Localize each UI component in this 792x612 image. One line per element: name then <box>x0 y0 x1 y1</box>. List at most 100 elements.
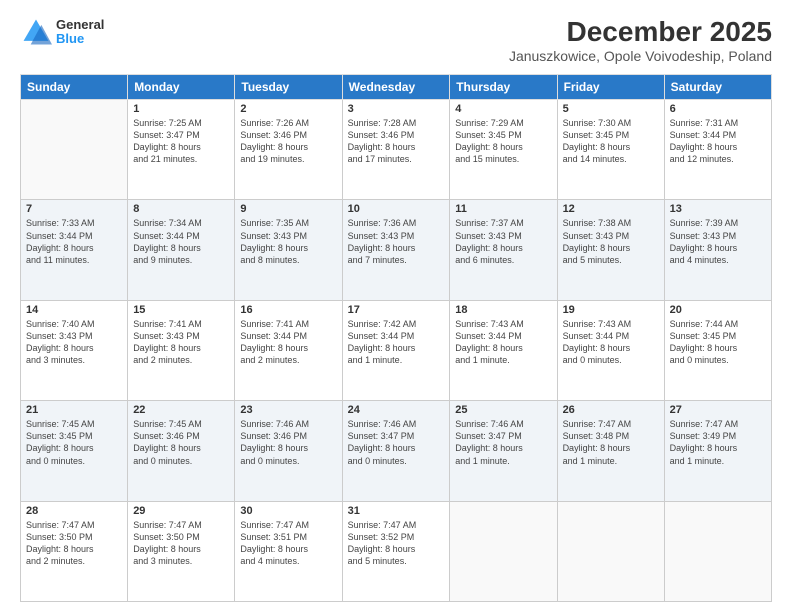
day-number: 10 <box>348 203 445 215</box>
calendar-cell: 4Sunrise: 7:29 AM Sunset: 3:45 PM Daylig… <box>450 100 557 200</box>
calendar-cell <box>21 100 128 200</box>
day-number: 9 <box>240 203 336 215</box>
day-number: 5 <box>563 103 659 115</box>
calendar-cell: 19 Sunrise: 7:43 AM Sunset: 3:44 PM Dayli… <box>557 300 664 400</box>
day-info: Sunrise: 7:36 AM Sunset: 3:43 PM Dayligh… <box>348 217 445 266</box>
day-number: 1 <box>133 103 229 115</box>
day-info: Sunrise: 7:44 AM Sunset: 3:45 PM Dayligh… <box>670 318 766 367</box>
day-info: Sunrise: 7:37 AM Sunset: 3:43 PM Dayligh… <box>455 217 551 266</box>
day-number: 14 <box>26 304 122 316</box>
day-info: Sunrise: 7:47 AM Sunset: 3:49 PM Dayligh… <box>670 418 766 467</box>
day-number: 12 <box>563 203 659 215</box>
calendar-cell: 16 Sunrise: 7:41 AM Sunset: 3:44 PM Dayli… <box>235 300 342 400</box>
day-number: 30 <box>240 505 336 517</box>
calendar-cell: 21 Sunrise: 7:45 AM Sunset: 3:45 PM Dayli… <box>21 401 128 501</box>
calendar-cell: 13 Sunrise: 7:39 AM Sunset: 3:43 PM Dayli… <box>664 200 771 300</box>
day-header-monday: Monday <box>128 75 235 100</box>
page-subtitle: Januszkowice, Opole Voivodeship, Poland <box>509 48 772 64</box>
day-number: 22 <box>133 404 229 416</box>
day-info: Sunrise: 7:39 AM Sunset: 3:43 PM Dayligh… <box>670 217 766 266</box>
day-info: Sunrise: 7:26 AM Sunset: 3:46 PM Dayligh… <box>240 117 336 166</box>
calendar-cell: 17 Sunrise: 7:42 AM Sunset: 3:44 PM Dayli… <box>342 300 450 400</box>
logo-blue: Blue <box>56 32 104 46</box>
calendar-cell: 8 Sunrise: 7:34 AM Sunset: 3:44 PM Daylig… <box>128 200 235 300</box>
calendar-cell: 7 Sunrise: 7:33 AM Sunset: 3:44 PM Daylig… <box>21 200 128 300</box>
day-info: Sunrise: 7:46 AM Sunset: 3:46 PM Dayligh… <box>240 418 336 467</box>
calendar-header-row: SundayMondayTuesdayWednesdayThursdayFrid… <box>21 75 772 100</box>
calendar-cell: 18Sunrise: 7:43 AM Sunset: 3:44 PM Dayli… <box>450 300 557 400</box>
calendar-cell: 15Sunrise: 7:41 AM Sunset: 3:43 PM Dayli… <box>128 300 235 400</box>
calendar-week-row: 1 Sunrise: 7:25 AM Sunset: 3:47 PM Daylig… <box>21 100 772 200</box>
day-number: 17 <box>348 304 445 316</box>
calendar-week-row: 28 Sunrise: 7:47 AM Sunset: 3:50 PM Dayli… <box>21 501 772 601</box>
day-info: Sunrise: 7:40 AM Sunset: 3:43 PM Dayligh… <box>26 318 122 367</box>
title-block: December 2025 Januszkowice, Opole Voivod… <box>509 16 772 64</box>
day-info: Sunrise: 7:47 AM Sunset: 3:48 PM Dayligh… <box>563 418 659 467</box>
day-info: Sunrise: 7:41 AM Sunset: 3:44 PM Dayligh… <box>240 318 336 367</box>
day-header-saturday: Saturday <box>664 75 771 100</box>
day-number: 13 <box>670 203 766 215</box>
day-info: Sunrise: 7:46 AM Sunset: 3:47 PM Dayligh… <box>455 418 551 467</box>
page-title: December 2025 <box>509 16 772 48</box>
calendar-cell: 22Sunrise: 7:45 AM Sunset: 3:46 PM Dayli… <box>128 401 235 501</box>
calendar-cell <box>557 501 664 601</box>
day-number: 7 <box>26 203 122 215</box>
calendar-cell: 10 Sunrise: 7:36 AM Sunset: 3:43 PM Dayli… <box>342 200 450 300</box>
calendar-cell <box>450 501 557 601</box>
day-number: 28 <box>26 505 122 517</box>
day-info: Sunrise: 7:38 AM Sunset: 3:43 PM Dayligh… <box>563 217 659 266</box>
day-number: 25 <box>455 404 551 416</box>
day-number: 11 <box>455 203 551 215</box>
day-info: Sunrise: 7:47 AM Sunset: 3:50 PM Dayligh… <box>133 519 229 568</box>
day-number: 3 <box>348 103 445 115</box>
calendar-cell: 12 Sunrise: 7:38 AM Sunset: 3:43 PM Dayli… <box>557 200 664 300</box>
day-number: 21 <box>26 404 122 416</box>
day-number: 20 <box>670 304 766 316</box>
day-info: Sunrise: 7:28 AM Sunset: 3:46 PM Dayligh… <box>348 117 445 166</box>
day-info: Sunrise: 7:43 AM Sunset: 3:44 PM Dayligh… <box>563 318 659 367</box>
day-header-sunday: Sunday <box>21 75 128 100</box>
day-number: 2 <box>240 103 336 115</box>
day-number: 23 <box>240 404 336 416</box>
calendar-cell: 9 Sunrise: 7:35 AM Sunset: 3:43 PM Daylig… <box>235 200 342 300</box>
calendar-cell: 30 Sunrise: 7:47 AM Sunset: 3:51 PM Dayli… <box>235 501 342 601</box>
day-info: Sunrise: 7:35 AM Sunset: 3:43 PM Dayligh… <box>240 217 336 266</box>
day-number: 27 <box>670 404 766 416</box>
calendar-cell: 28 Sunrise: 7:47 AM Sunset: 3:50 PM Dayli… <box>21 501 128 601</box>
day-number: 6 <box>670 103 766 115</box>
calendar-cell: 5Sunrise: 7:30 AM Sunset: 3:45 PM Daylig… <box>557 100 664 200</box>
calendar-cell: 1 Sunrise: 7:25 AM Sunset: 3:47 PM Daylig… <box>128 100 235 200</box>
day-info: Sunrise: 7:29 AM Sunset: 3:45 PM Dayligh… <box>455 117 551 166</box>
day-info: Sunrise: 7:25 AM Sunset: 3:47 PM Dayligh… <box>133 117 229 166</box>
calendar: SundayMondayTuesdayWednesdayThursdayFrid… <box>20 74 772 602</box>
logo: General Blue <box>20 16 104 48</box>
calendar-cell: 11 Sunrise: 7:37 AM Sunset: 3:43 PM Dayli… <box>450 200 557 300</box>
calendar-cell: 24Sunrise: 7:46 AM Sunset: 3:47 PM Dayli… <box>342 401 450 501</box>
day-info: Sunrise: 7:33 AM Sunset: 3:44 PM Dayligh… <box>26 217 122 266</box>
day-number: 8 <box>133 203 229 215</box>
calendar-cell: 25 Sunrise: 7:46 AM Sunset: 3:47 PM Dayli… <box>450 401 557 501</box>
calendar-cell: 23 Sunrise: 7:46 AM Sunset: 3:46 PM Dayli… <box>235 401 342 501</box>
day-info: Sunrise: 7:42 AM Sunset: 3:44 PM Dayligh… <box>348 318 445 367</box>
day-number: 26 <box>563 404 659 416</box>
day-number: 19 <box>563 304 659 316</box>
calendar-cell: 6 Sunrise: 7:31 AM Sunset: 3:44 PM Daylig… <box>664 100 771 200</box>
calendar-cell: 3 Sunrise: 7:28 AM Sunset: 3:46 PM Daylig… <box>342 100 450 200</box>
logo-text: General Blue <box>56 18 104 47</box>
calendar-cell: 20 Sunrise: 7:44 AM Sunset: 3:45 PM Dayli… <box>664 300 771 400</box>
day-info: Sunrise: 7:31 AM Sunset: 3:44 PM Dayligh… <box>670 117 766 166</box>
day-info: Sunrise: 7:45 AM Sunset: 3:45 PM Dayligh… <box>26 418 122 467</box>
day-info: Sunrise: 7:47 AM Sunset: 3:51 PM Dayligh… <box>240 519 336 568</box>
calendar-cell: 27 Sunrise: 7:47 AM Sunset: 3:49 PM Dayli… <box>664 401 771 501</box>
day-header-friday: Friday <box>557 75 664 100</box>
day-info: Sunrise: 7:34 AM Sunset: 3:44 PM Dayligh… <box>133 217 229 266</box>
day-info: Sunrise: 7:46 AM Sunset: 3:47 PM Dayligh… <box>348 418 445 467</box>
day-number: 29 <box>133 505 229 517</box>
day-number: 16 <box>240 304 336 316</box>
calendar-cell: 14 Sunrise: 7:40 AM Sunset: 3:43 PM Dayli… <box>21 300 128 400</box>
calendar-week-row: 21 Sunrise: 7:45 AM Sunset: 3:45 PM Dayli… <box>21 401 772 501</box>
day-number: 18 <box>455 304 551 316</box>
page: General Blue December 2025 Januszkowice,… <box>0 0 792 612</box>
day-info: Sunrise: 7:47 AM Sunset: 3:50 PM Dayligh… <box>26 519 122 568</box>
day-number: 31 <box>348 505 445 517</box>
